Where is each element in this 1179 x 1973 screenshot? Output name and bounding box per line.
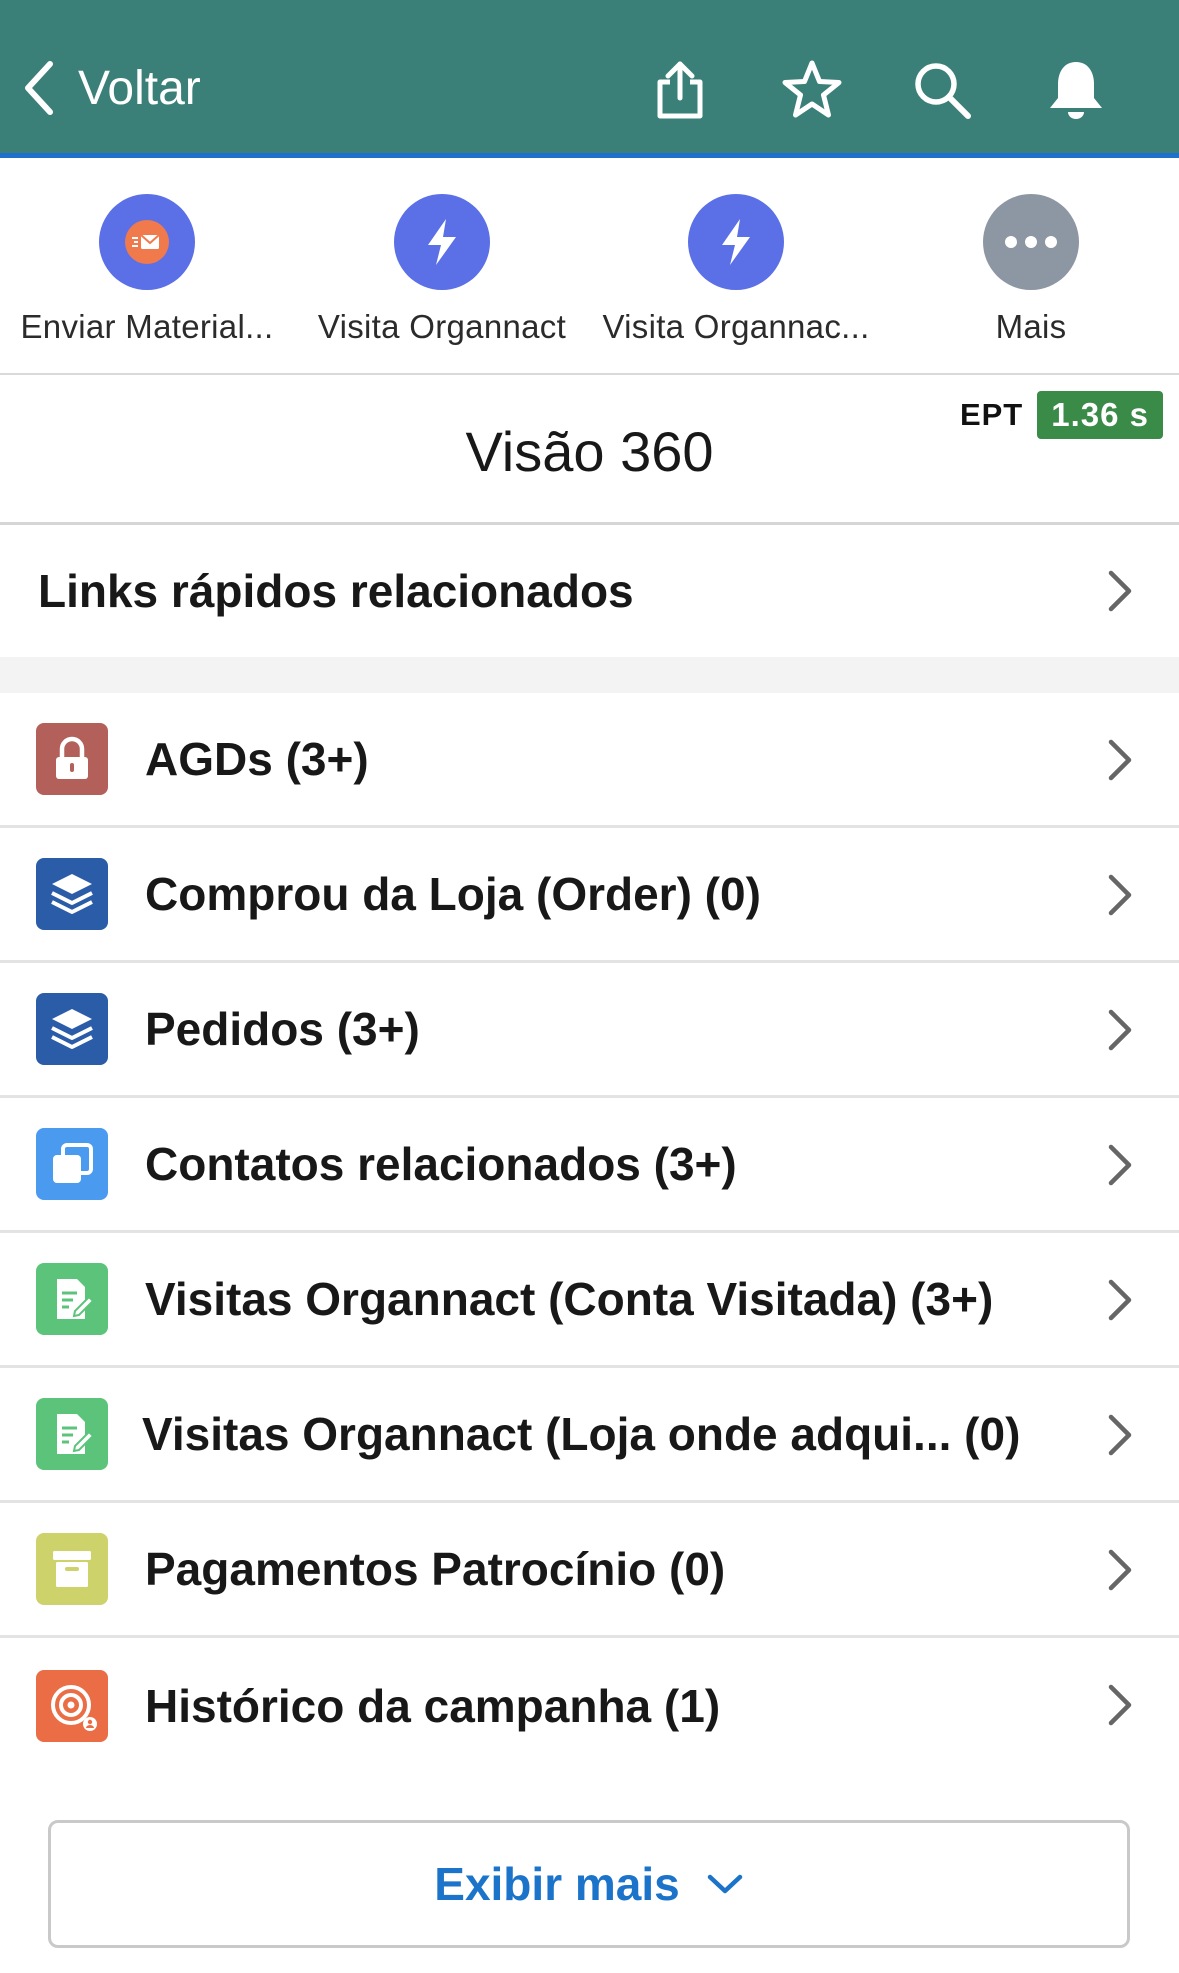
related-list-label: Visitas Organnact (Loja onde adqui... (0… <box>142 1408 1021 1460</box>
related-list-label: Comprou da Loja (Order) (0) <box>145 868 761 920</box>
more-icon <box>1005 236 1057 248</box>
related-list-item[interactable]: Histórico da campanha (1) <box>0 1638 1179 1773</box>
lock-icon <box>36 723 108 795</box>
chevron-right-icon <box>1108 1549 1132 1591</box>
stack-icon <box>36 858 108 930</box>
action-label: Visita Organnact <box>317 308 567 345</box>
action-visita-organnact-2[interactable]: Visita Organnac... <box>591 194 881 346</box>
related-list-label: Visitas Organnact (Conta Visitada) (3+) <box>145 1273 994 1325</box>
lightning-icon <box>722 219 750 265</box>
show-more-button[interactable]: Exibir mais <box>48 1820 1130 1948</box>
action-circle <box>394 194 490 290</box>
action-circle <box>99 194 195 290</box>
related-list-label: Contatos relacionados (3+) <box>145 1138 737 1190</box>
chevron-right-icon <box>1108 570 1132 612</box>
chevron-left-icon <box>25 61 53 115</box>
stack-icon <box>36 993 108 1065</box>
action-circle <box>983 194 1079 290</box>
chevron-right-icon <box>1108 1414 1132 1456</box>
lightning-icon <box>428 219 456 265</box>
search-icon[interactable] <box>910 58 974 122</box>
back-label: Voltar <box>78 61 201 115</box>
ept-value: 1.36 s <box>1037 391 1163 439</box>
quick-links-label: Links rápidos relacionados <box>38 565 634 617</box>
share-icon[interactable] <box>648 58 712 122</box>
action-bar: Enviar Material... Visita Organnact Visi… <box>0 158 1179 375</box>
section-header: Visão 360 EPT 1.36 s <box>0 375 1179 525</box>
action-circle <box>688 194 784 290</box>
action-send-material[interactable]: Enviar Material... <box>2 194 292 346</box>
quick-links-row[interactable]: Links rápidos relacionados <box>0 525 1179 657</box>
chevron-right-icon <box>1108 1684 1132 1726</box>
note-edit-icon <box>36 1398 108 1470</box>
chevron-right-icon <box>1108 1009 1132 1051</box>
show-more-label: Exibir mais <box>434 1858 680 1910</box>
related-lists: AGDs (3+) Comprou da Loja (Order) (0) Pe… <box>0 693 1179 1773</box>
related-list-item[interactable]: Pagamentos Patrocínio (0) <box>0 1503 1179 1638</box>
related-list-item[interactable]: Pedidos (3+) <box>0 963 1179 1098</box>
ept-label: EPT <box>959 397 1024 432</box>
back-button[interactable]: Voltar <box>22 60 201 116</box>
bell-icon[interactable] <box>1044 58 1108 122</box>
related-list-label: Histórico da campanha (1) <box>145 1679 721 1732</box>
ept-indicator: EPT 1.36 s <box>960 391 1163 439</box>
related-list-label: Pagamentos Patrocínio (0) <box>145 1543 726 1595</box>
action-visita-organnact[interactable]: Visita Organnact <box>297 194 587 346</box>
related-list-item[interactable]: AGDs (3+) <box>0 693 1179 828</box>
section-divider <box>0 657 1179 693</box>
chevron-right-icon <box>1108 1279 1132 1321</box>
action-more[interactable]: Mais <box>886 194 1176 346</box>
email-send-icon <box>125 220 169 264</box>
target-icon <box>36 1669 108 1742</box>
chevron-down-icon <box>707 1874 742 1894</box>
chevron-right-icon <box>1108 874 1132 916</box>
related-list-item[interactable]: Visitas Organnact (Conta Visitada) (3+) <box>0 1233 1179 1368</box>
related-list-label: AGDs (3+) <box>145 733 369 785</box>
related-list-label: Pedidos (3+) <box>145 1003 420 1055</box>
chevron-right-icon <box>1108 1144 1132 1186</box>
chevron-right-icon <box>1108 739 1132 781</box>
star-icon[interactable] <box>780 58 844 122</box>
action-label: Mais <box>995 308 1067 345</box>
related-list-item[interactable]: Contatos relacionados (3+) <box>0 1098 1179 1233</box>
action-label: Visita Organnac... <box>602 308 870 345</box>
archive-icon <box>36 1533 108 1605</box>
contacts-icon <box>36 1128 108 1200</box>
note-edit-icon <box>36 1263 108 1335</box>
top-bar: Voltar <box>0 0 1179 158</box>
related-list-item[interactable]: Visitas Organnact (Loja onde adqui... (0… <box>0 1368 1179 1503</box>
action-label: Enviar Material... <box>20 308 274 345</box>
related-list-item[interactable]: Comprou da Loja (Order) (0) <box>0 828 1179 963</box>
